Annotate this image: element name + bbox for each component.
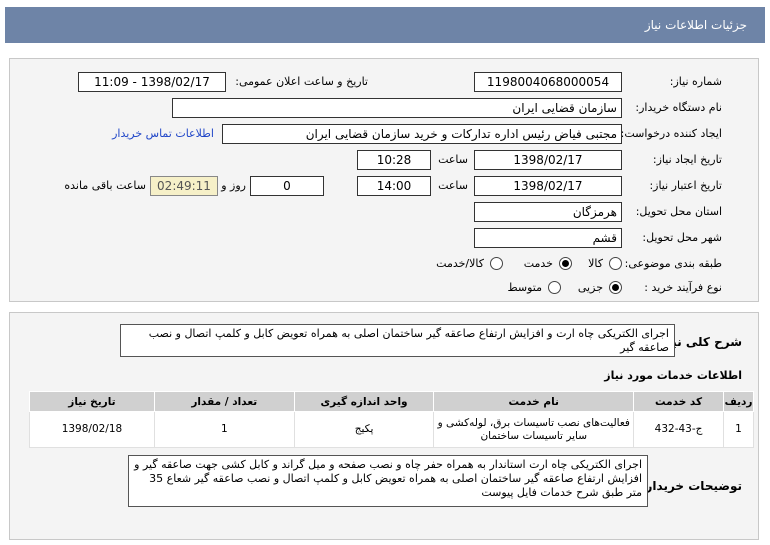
col-header-row: ردیف [723,391,754,412]
buyer-notes-label: توضیحات خریدار: [640,479,742,493]
category-goods-label: کالا [588,257,603,270]
category-goods-radio[interactable] [609,257,622,270]
create-time-label: ساعت [438,153,468,166]
buyer-org-label: نام دستگاه خریدار: [635,101,722,114]
remaining-days-field[interactable]: 0 [250,176,324,196]
create-date-field[interactable]: 1398/02/17 [474,150,622,170]
need-number-label: شماره نیاز: [669,75,722,88]
col-header-unit: واحد اندازه گیری [293,391,435,412]
validity-time-field[interactable]: 14:00 [357,176,431,196]
contact-buyer-link[interactable]: اطلاعات تماس خریدار [112,127,214,140]
table-row: 1 ج-43-432 فعالیت‌های نصب تاسیسات برق، ل… [29,411,754,448]
cell-service-code: ج-43-432 [633,411,725,448]
process-minor-label: جزیی [577,281,603,294]
process-medium-radio[interactable] [548,281,561,294]
remaining-label: ساعت باقی مانده [64,179,146,192]
col-header-service-name: نام خدمت [433,391,635,412]
create-date-label: تاریخ ایجاد نیاز: [652,153,722,166]
create-time-field[interactable]: 10:28 [357,150,431,170]
cell-service-name: فعالیت‌های نصب تاسیسات برق، لوله‌کشی و س… [433,411,635,448]
need-number-field[interactable]: 1198004068000054 [474,72,622,92]
col-header-quantity: تعداد / مقدار [153,391,295,412]
province-label: استان محل تحویل: [635,205,722,218]
process-medium-label: متوسط [507,281,542,294]
process-label: نوع فرآیند خرید : [644,281,722,294]
category-label: طبقه بندی موضوعی: [624,257,722,270]
cell-need-date: 1398/02/18 [29,411,155,448]
need-info-panel: شماره نیاز: 1198004068000054 تاریخ و ساع… [9,58,759,302]
general-desc-field[interactable]: اجرای الکتریکی چاه ارت و افزایش ارتفاع ص… [120,324,675,357]
page-title: جزئیات اطلاعات نیاز [5,7,765,43]
buyer-notes-field[interactable]: اجرای الکتریکی چاه ارت استاندار به همراه… [128,455,648,507]
city-label: شهر محل تحویل: [642,231,722,244]
province-field[interactable]: هرمزگان [474,202,622,222]
category-service-radio[interactable] [559,257,572,270]
days-and-label: روز و [221,179,246,192]
cell-unit: پکیج [293,411,435,448]
announce-label: تاریخ و ساعت اعلان عمومی: [235,75,368,88]
announce-datetime-field[interactable]: 1398/02/17 - 11:09 [78,72,226,92]
process-minor-radio[interactable] [609,281,622,294]
creator-field[interactable]: مجتبی فیاض رئیس اداره تدارکات و خرید ساز… [222,124,622,144]
validity-date-field[interactable]: 1398/02/17 [474,176,622,196]
city-field[interactable]: قشم [474,228,622,248]
cell-row-number: 1 [723,411,754,448]
remaining-time-field: 02:49:11 [150,176,218,196]
services-panel: شرح کلی نیاز: اجرای الکتریکی چاه ارت و ا… [9,312,759,540]
category-service-label: خدمت [523,257,553,270]
validity-time-label: ساعت [438,179,468,192]
col-header-service-code: کد خدمت [633,391,725,412]
validity-date-label: تاریخ اعتبار نیاز: [649,179,722,192]
col-header-need-date: تاریخ نیاز [29,391,155,412]
buyer-org-field[interactable]: سازمان قضایی ایران [172,98,622,118]
category-goods-service-radio[interactable] [490,257,503,270]
cell-quantity: 1 [153,411,295,448]
category-goods-service-label: کالا/خدمت [436,257,484,270]
services-table: ردیف کد خدمت نام خدمت واحد اندازه گیری ت… [29,391,754,448]
creator-label: ایجاد کننده درخواست: [620,127,722,140]
services-title: اطلاعات خدمات مورد نیاز [604,369,742,382]
